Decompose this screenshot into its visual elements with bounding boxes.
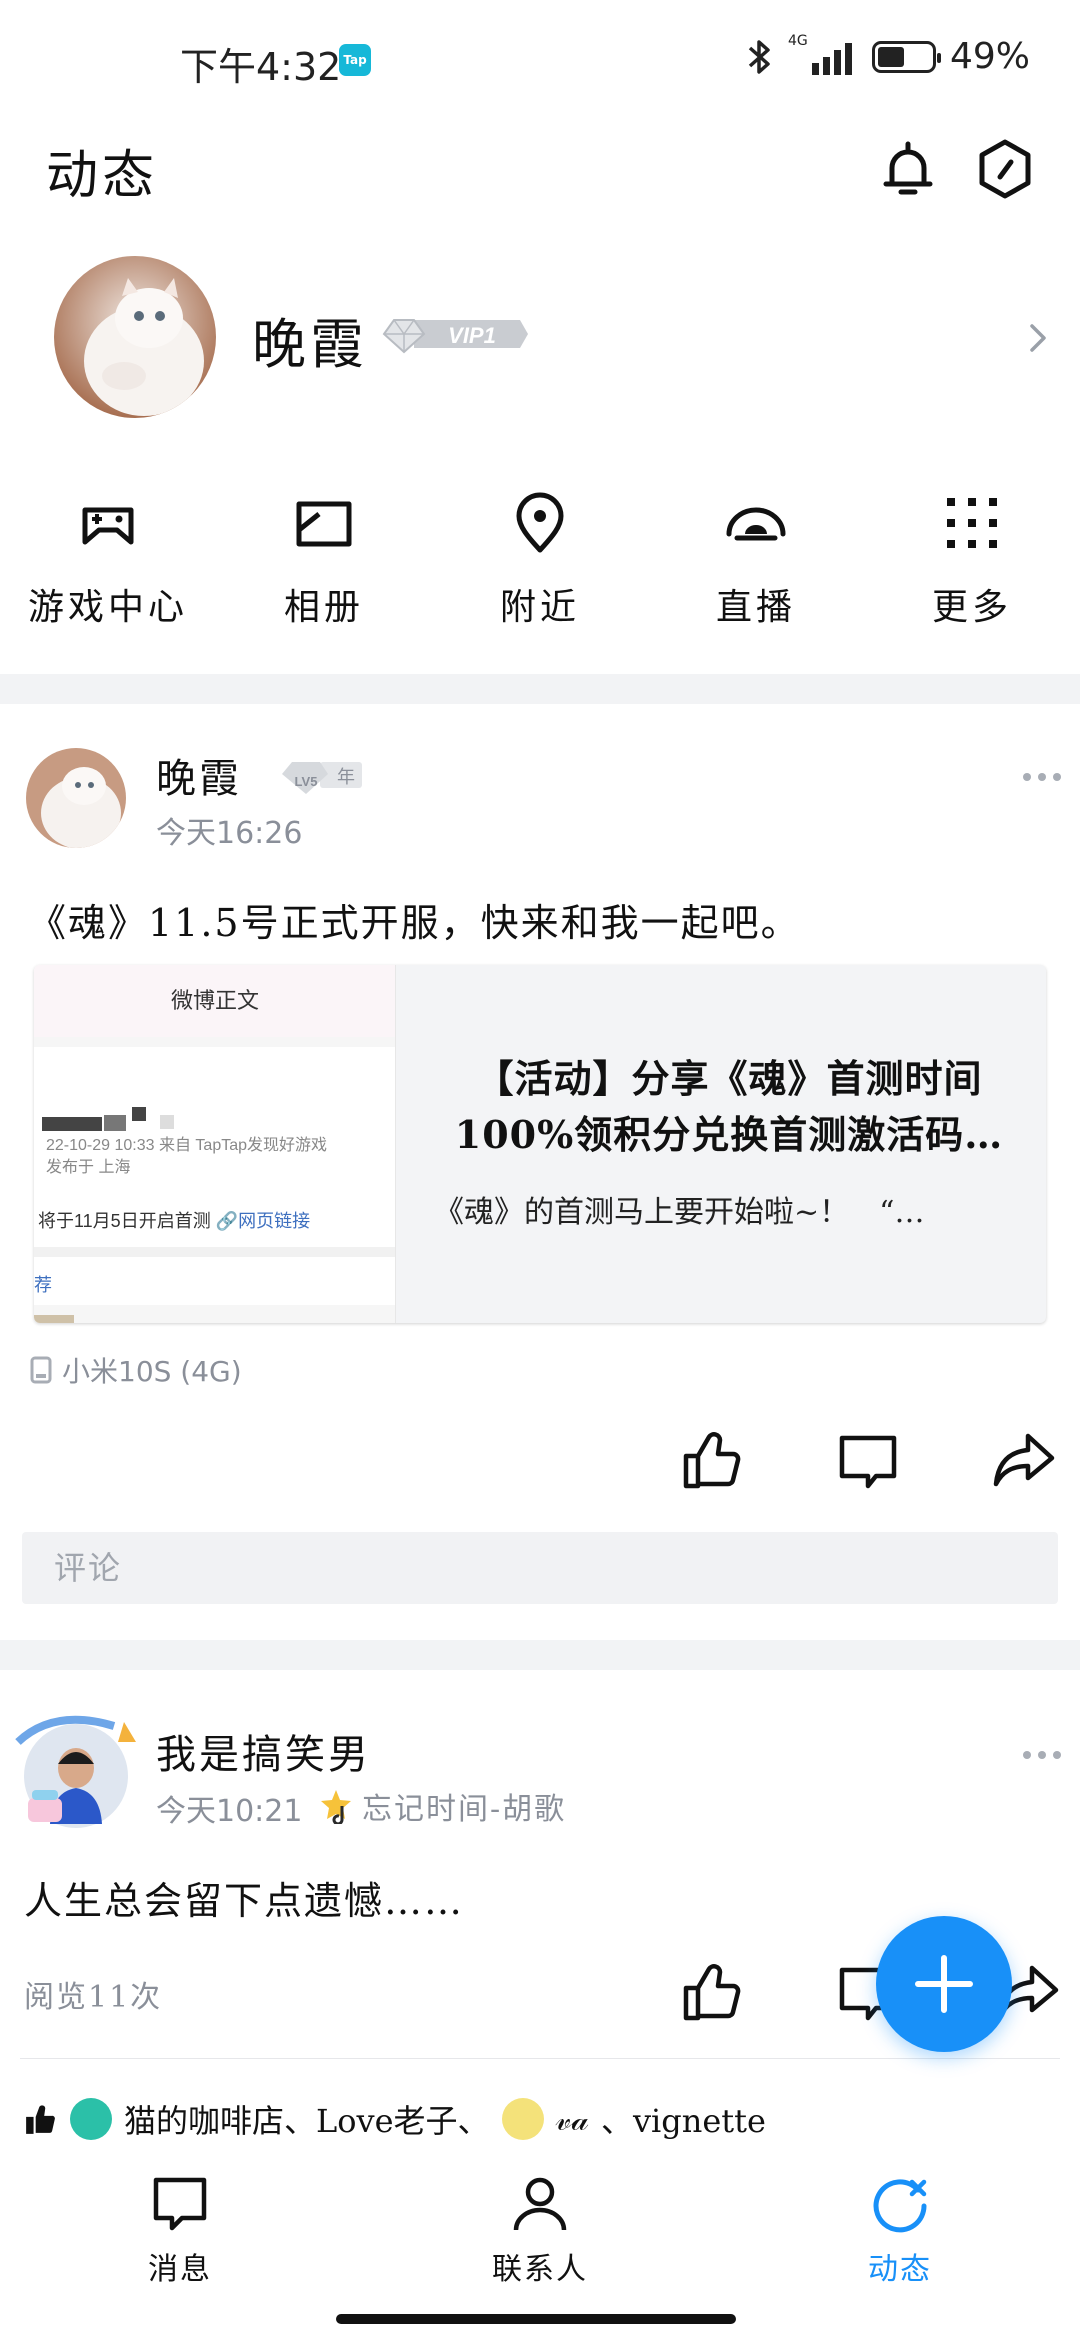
like-icon[interactable] — [680, 1960, 744, 2024]
section-divider — [0, 1640, 1080, 1670]
svg-text:LV5: LV5 — [295, 774, 318, 789]
quick-action-live[interactable]: 直播 — [656, 490, 856, 630]
more-options-icon[interactable] — [1022, 772, 1062, 782]
post-text: 《魂》11.5号正式开服，快来和我一起吧。 — [28, 901, 801, 945]
battery-level: 49% — [949, 36, 1030, 77]
live-icon — [726, 507, 786, 541]
music-star-icon — [321, 1790, 351, 1824]
message-icon — [153, 2177, 207, 2231]
profile-name[interactable]: 晚霞 — [252, 300, 368, 379]
view-count: 阅览11次 — [24, 1980, 163, 2015]
gamepad-icon — [82, 507, 134, 545]
level-badge: 年 LV5 — [282, 762, 362, 794]
tap-app-icon: Tap — [339, 44, 371, 76]
device-info: 小米10S (4G) — [30, 1350, 242, 1390]
likes-row[interactable]: 猫的咖啡店、Love老子、 𝓋𝒶 、vignette — [24, 2096, 766, 2142]
post-text: 人生总会留下点遗憾…… — [24, 1879, 465, 1923]
quick-action-label: 直播 — [715, 587, 796, 628]
nav-tab-label: 消息 — [148, 2252, 212, 2287]
more-options-icon[interactable] — [1022, 1750, 1062, 1760]
blurred-block — [42, 1117, 102, 1131]
status-time: 下午4:32 — [180, 45, 342, 89]
thumbnail-body: 将于11月5日开启首测 🔗网页链接 — [38, 1211, 311, 1231]
post-author-avatar[interactable] — [26, 748, 126, 848]
create-post-fab[interactable] — [876, 1916, 1012, 2052]
post-time: 今天10:21 — [156, 1794, 303, 1829]
post-time: 今天16:26 — [156, 816, 303, 851]
vip-badge[interactable]: VIP1 — [380, 312, 528, 356]
liker-avatar — [501, 2098, 544, 2140]
quick-action-label: 附近 — [499, 587, 580, 628]
quick-action-label: 相册 — [283, 587, 364, 628]
album-icon — [296, 501, 352, 547]
post-author-avatar[interactable] — [14, 1712, 138, 1836]
blurred-block — [104, 1115, 126, 1131]
svg-text:年: 年 — [337, 767, 355, 788]
quick-action-label: 游戏中心 — [27, 587, 188, 628]
settings-hexagon-icon[interactable] — [976, 138, 1034, 200]
likes-names-tail: 、vignette — [600, 2102, 766, 2140]
shared-link-card[interactable]: 微博正文 22-10-29 10:33 来自 TapTap发现好游戏 发布于 上… — [34, 965, 1046, 1323]
thumbnail-header: 微博正文 — [34, 965, 395, 1037]
battery-icon — [871, 40, 941, 73]
row-divider — [20, 2058, 1060, 2059]
contacts-icon — [513, 2177, 567, 2231]
link-thumbnail: 微博正文 22-10-29 10:33 来自 TapTap发现好游戏 发布于 上… — [34, 965, 396, 1323]
section-divider — [0, 674, 1080, 704]
share-icon[interactable] — [992, 1428, 1056, 1492]
blurred-block — [132, 1107, 146, 1121]
thumbnail-tag: 荐 — [34, 1275, 52, 1295]
link-card-title: 【活动】分享《魂》首测时间 100%领积分兑换首测激活码… — [454, 1056, 1004, 1157]
status-icons: 4G 49% — [746, 33, 1030, 77]
bluetooth-icon — [748, 39, 770, 74]
nav-tab-label: 动态 — [868, 2252, 932, 2287]
quick-action-album[interactable]: 相册 — [224, 490, 424, 630]
phone-icon — [30, 1356, 52, 1384]
blurred-block — [34, 1315, 74, 1323]
likes-names: 猫的咖啡店、Love老子、 — [124, 2102, 490, 2140]
like-icon[interactable] — [680, 1428, 744, 1492]
nav-tab-messages[interactable]: 消息 — [80, 2172, 280, 2288]
song-tag[interactable]: 忘记时间-胡歌 — [318, 1784, 566, 1828]
quick-action-more[interactable]: 更多 — [872, 490, 1072, 630]
thumbnail-divider — [34, 1037, 395, 1047]
quick-action-label: 更多 — [931, 587, 1012, 628]
link-card-description: 《魂》的首测马上要开始啦~！ “… — [434, 1195, 925, 1230]
cellular-signal-icon: 4G — [788, 33, 858, 75]
feed-refresh-icon — [873, 2179, 927, 2233]
comment-input[interactable]: 评论 — [22, 1532, 1058, 1604]
post-author-name[interactable]: 我是搞笑男 — [156, 1722, 371, 1780]
bell-icon[interactable] — [878, 138, 938, 200]
post-author-name[interactable]: 晚霞 — [156, 746, 242, 804]
nav-tab-feed[interactable]: 动态 — [800, 2172, 1000, 2288]
thumbs-up-filled-icon — [26, 2105, 55, 2134]
nav-tab-contacts[interactable]: 联系人 — [440, 2172, 640, 2288]
avatar[interactable] — [54, 256, 216, 418]
liker-signature: 𝓋𝒶 — [555, 2099, 589, 2138]
thumbnail-meta: 22-10-29 10:33 来自 TapTap发现好游戏 — [46, 1137, 328, 1154]
chevron-right-icon[interactable] — [1026, 318, 1050, 358]
page-title: 动态 — [46, 146, 159, 206]
home-indicator[interactable] — [336, 2314, 736, 2324]
quick-action-game-center[interactable]: 游戏中心 — [8, 490, 208, 630]
comment-icon[interactable] — [836, 1428, 900, 1492]
svg-text:VIP1: VIP1 — [448, 323, 496, 348]
liker-avatar — [70, 2098, 112, 2140]
nav-tab-label: 联系人 — [492, 2252, 588, 2287]
quick-action-nearby[interactable]: 附近 — [440, 490, 640, 630]
thumbnail-divider — [34, 1047, 395, 1083]
thumbnail-location: 发布于 上海 — [46, 1159, 131, 1176]
thumbnail-divider — [34, 1305, 395, 1323]
location-pin-icon — [516, 492, 564, 553]
grid-dots-icon — [947, 498, 997, 548]
thumbnail-divider — [34, 1247, 395, 1257]
plus-icon — [915, 1955, 973, 2013]
blurred-block — [160, 1115, 174, 1129]
